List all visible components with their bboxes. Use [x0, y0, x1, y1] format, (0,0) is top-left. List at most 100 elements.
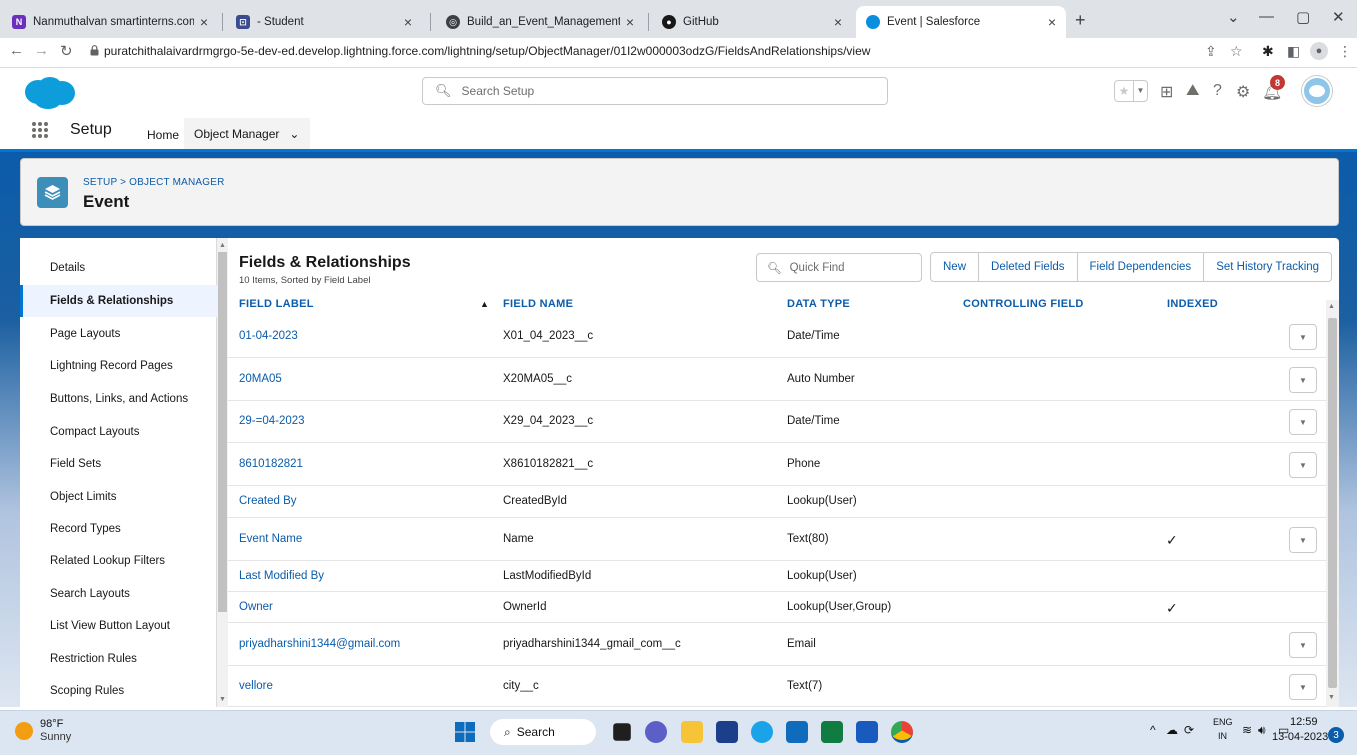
minimize-icon[interactable]: —: [1259, 8, 1274, 25]
more-menu-icon[interactable]: ⋮: [1338, 43, 1352, 60]
notification-count-badge[interactable]: 3: [1328, 727, 1344, 743]
sync-icon[interactable]: ⟳: [1184, 723, 1194, 737]
browser-tab-build-event[interactable]: ◎ Build_an_Event_Management_Sy ×: [436, 6, 644, 38]
sidebar-item-page-layouts[interactable]: Page Layouts: [20, 318, 217, 350]
extensions-icon[interactable]: ✱: [1262, 43, 1274, 60]
user-avatar[interactable]: [1302, 76, 1332, 106]
column-header-data-type[interactable]: DATA TYPE: [787, 298, 850, 310]
word-icon[interactable]: [856, 721, 878, 743]
reload-icon[interactable]: ↻: [60, 42, 73, 60]
excel-icon[interactable]: [821, 721, 843, 743]
new-tab-icon[interactable]: +: [1075, 10, 1086, 31]
column-header-controlling-field[interactable]: CONTROLLING FIELD: [963, 298, 1084, 310]
new-field-button[interactable]: New: [931, 253, 980, 281]
cloud-icon[interactable]: ☁: [1166, 723, 1178, 737]
region-label[interactable]: IN: [1218, 731, 1227, 741]
global-actions-icon[interactable]: ⊞: [1160, 82, 1173, 102]
browser-tab-salesforce[interactable]: Event | Salesforce ×: [856, 6, 1066, 38]
sidebar-item-related-lookup-filters[interactable]: Related Lookup Filters: [20, 545, 217, 577]
field-label-link[interactable]: Created By: [239, 495, 297, 507]
row-actions-dropdown-icon[interactable]: ▼: [1289, 527, 1317, 553]
close-tab-icon[interactable]: ×: [200, 14, 208, 30]
sidebar-item-scoping-rules[interactable]: Scoping Rules: [20, 675, 217, 707]
setup-gear-icon[interactable]: ⚙: [1236, 82, 1250, 102]
lock-icon[interactable]: [90, 45, 99, 56]
browser-tab-github[interactable]: ● GitHub ×: [652, 6, 852, 38]
show-hidden-icons-icon[interactable]: ^: [1150, 723, 1156, 737]
volume-icon[interactable]: 🔊︎: [1258, 723, 1266, 738]
weather-temperature[interactable]: 98°F: [40, 718, 63, 730]
field-label-link[interactable]: priyadharshini1344@gmail.com: [239, 638, 400, 650]
sidebar-item-restriction-rules[interactable]: Restriction Rules: [20, 643, 217, 675]
chrome-icon[interactable]: [891, 721, 913, 743]
favorites-button[interactable]: ★ ▼: [1114, 80, 1148, 102]
browser-tab-student[interactable]: ⊡ - Student ×: [226, 6, 422, 38]
sidebar-item-details[interactable]: Details: [20, 252, 217, 284]
close-tab-icon[interactable]: ×: [1048, 14, 1056, 30]
set-history-tracking-button[interactable]: Set History Tracking: [1204, 253, 1331, 281]
sidebar-scroll-thumb[interactable]: [218, 252, 227, 612]
column-header-indexed[interactable]: INDEXED: [1167, 298, 1218, 310]
scroll-up-arrow-icon[interactable]: ▲: [219, 242, 226, 249]
sidebar-item-object-limits[interactable]: Object Limits: [20, 481, 217, 513]
close-tab-icon[interactable]: ×: [404, 14, 412, 30]
close-tab-icon[interactable]: ×: [626, 14, 634, 30]
nav-object-manager[interactable]: Object Manager ⌄: [184, 118, 310, 152]
setup-search-input[interactable]: 🔍︎ Search Setup: [422, 77, 888, 105]
row-actions-dropdown-icon[interactable]: ▼: [1289, 409, 1317, 435]
salesforce-logo[interactable]: [22, 76, 76, 110]
sidebar-item-fields-relationships[interactable]: Fields & Relationships: [20, 285, 217, 317]
help-icon[interactable]: ?: [1213, 82, 1222, 100]
chat-icon[interactable]: [645, 721, 667, 743]
field-label-link[interactable]: vellore: [239, 680, 273, 692]
sidebar-item-record-types[interactable]: Record Types: [20, 513, 217, 545]
row-actions-dropdown-icon[interactable]: ▼: [1289, 324, 1317, 350]
language-label[interactable]: ENG: [1213, 717, 1233, 727]
row-actions-dropdown-icon[interactable]: ▼: [1289, 452, 1317, 478]
sidebar-item-lightning-record-pages[interactable]: Lightning Record Pages: [20, 350, 217, 382]
field-label-link[interactable]: 29-=04-2023: [239, 415, 305, 427]
breadcrumb[interactable]: SETUP > OBJECT MANAGER: [83, 177, 225, 188]
wifi-icon[interactable]: ≋: [1242, 723, 1252, 737]
browser-tab-nanmuthalvan[interactable]: N Nanmuthalvan smartinterns.com ×: [2, 6, 218, 38]
nav-home[interactable]: Home: [137, 118, 189, 152]
field-label-link[interactable]: Last Modified By: [239, 570, 324, 582]
quick-find-input[interactable]: 🔍︎ Quick Find: [756, 253, 922, 282]
bookmark-star-icon[interactable]: ☆: [1230, 43, 1243, 60]
clock-time[interactable]: 12:59: [1290, 716, 1318, 728]
row-actions-dropdown-icon[interactable]: ▼: [1289, 674, 1317, 700]
sidebar-item-field-sets[interactable]: Field Sets: [20, 448, 217, 480]
scroll-down-arrow-icon[interactable]: ▼: [219, 696, 226, 703]
chevron-down-icon[interactable]: ⌄: [289, 127, 299, 141]
column-header-field-name[interactable]: FIELD NAME: [503, 298, 573, 310]
tab-search-chevron-icon[interactable]: ⌄: [1227, 8, 1240, 26]
task-view-icon[interactable]: [613, 723, 631, 741]
back-arrow-icon[interactable]: ←: [9, 42, 24, 59]
weather-description[interactable]: Sunny: [40, 731, 71, 743]
microsoft-store-icon[interactable]: [716, 721, 738, 743]
clock-date[interactable]: 13-04-2023: [1272, 731, 1328, 743]
profile-icon[interactable]: ●: [1310, 42, 1328, 60]
windows-start-icon[interactable]: [454, 721, 476, 743]
field-label-link[interactable]: Owner: [239, 601, 273, 613]
scroll-down-arrow-icon[interactable]: ▼: [1328, 694, 1335, 701]
sidebar-item-list-view-button-layout[interactable]: List View Button Layout: [20, 610, 217, 642]
field-label-link[interactable]: 01-04-2023: [239, 330, 298, 342]
row-actions-dropdown-icon[interactable]: ▼: [1289, 367, 1317, 393]
restore-icon[interactable]: ▢: [1296, 8, 1310, 26]
deleted-fields-button[interactable]: Deleted Fields: [979, 253, 1078, 281]
url-field[interactable]: puratchithalaivardrmgrgo-5e-dev-ed.devel…: [104, 44, 870, 58]
column-header-field-label[interactable]: FIELD LABEL: [239, 298, 314, 310]
edge-browser-icon[interactable]: [751, 721, 773, 743]
file-explorer-icon[interactable]: [681, 721, 703, 743]
field-label-link[interactable]: Event Name: [239, 533, 302, 545]
share-icon[interactable]: ⇪: [1205, 43, 1217, 60]
app-launcher-icon[interactable]: [32, 122, 48, 138]
sidebar-item-search-layouts[interactable]: Search Layouts: [20, 578, 217, 610]
sun-icon[interactable]: [15, 722, 33, 740]
main-scroll-thumb[interactable]: [1328, 318, 1337, 688]
sidebar-item-buttons-links-actions[interactable]: Buttons, Links, and Actions: [20, 383, 217, 415]
field-dependencies-button[interactable]: Field Dependencies: [1078, 253, 1205, 281]
forward-arrow-icon[interactable]: →: [34, 42, 49, 59]
close-window-icon[interactable]: ✕: [1332, 8, 1345, 26]
